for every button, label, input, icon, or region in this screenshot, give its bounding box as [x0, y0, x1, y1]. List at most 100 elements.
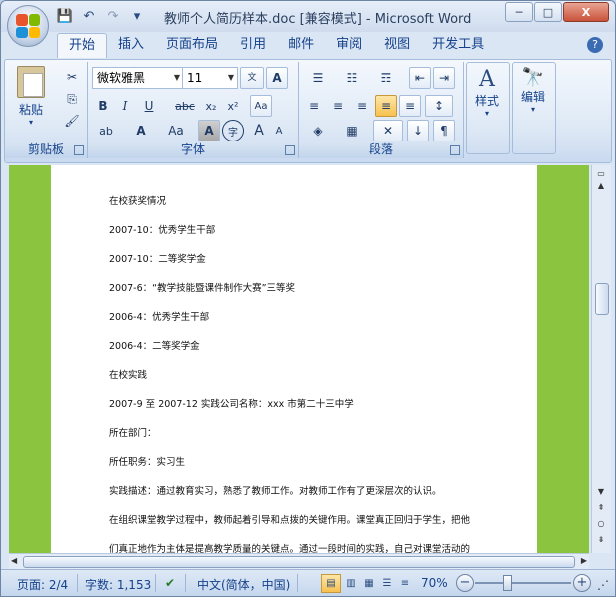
divider [155, 574, 156, 592]
scroll-right-icon[interactable]: ▶ [581, 556, 587, 565]
char-shading-button[interactable]: A [198, 120, 220, 142]
full-screen-reading-icon[interactable]: ▥ [341, 574, 361, 593]
language-indicator[interactable]: 中文(简体，中国) [197, 576, 290, 593]
close-button[interactable]: X [563, 2, 609, 22]
grow-font-button[interactable]: A [248, 120, 270, 142]
copy-icon[interactable]: ⎘ [61, 88, 83, 110]
subscript-button[interactable]: x₂ [200, 95, 222, 117]
tab-developer[interactable]: 开发工具 [421, 33, 495, 57]
numbering-button[interactable]: ☷ [337, 67, 367, 89]
scroll-left-icon[interactable]: ◀ [11, 556, 17, 565]
office-button[interactable] [7, 5, 49, 47]
line-spacing-button[interactable]: ↕ [425, 95, 453, 117]
scroll-down-icon[interactable]: ▼ [595, 487, 607, 499]
proofing-icon[interactable]: ✔ [165, 576, 175, 590]
doc-line: 在校实践 [109, 370, 148, 381]
decrease-indent-button[interactable]: ⇤ [409, 67, 431, 89]
zoom-in-button[interactable]: + [573, 574, 591, 592]
title-bar: 💾 ↶ ↷ ▾ 教师个人简历样本.doc [兼容模式] - Microsoft … [1, 1, 615, 47]
binoculars-icon: 🔭 [521, 67, 545, 88]
underline-button[interactable]: U [138, 95, 160, 117]
browse-object-icon[interactable]: ○ [595, 519, 607, 531]
borders-button[interactable]: ▦ [337, 120, 367, 142]
zoom-slider-thumb[interactable] [503, 575, 512, 591]
web-layout-icon[interactable]: ▦ [359, 574, 379, 593]
scroll-up-icon[interactable]: ▲ [595, 181, 607, 193]
horizontal-scrollbar[interactable]: ◀ ▶ [9, 553, 589, 569]
zoom-level[interactable]: 70% [421, 576, 448, 590]
chinese-layout-button[interactable]: ✕ [373, 120, 403, 142]
ribbon: 粘贴 ▾ ✂ ⎘ 🖌 剪贴板 微软雅黑 ▼ 11 ▼ 文 A B I U abc [4, 59, 612, 163]
tab-view[interactable]: 视图 [373, 33, 421, 57]
clipboard-launcher-icon[interactable] [74, 145, 84, 155]
paragraph-launcher-icon[interactable] [450, 145, 460, 155]
font-name-combo[interactable]: 微软雅黑 ▼ [92, 67, 184, 89]
shrink-font-button[interactable]: A [268, 120, 290, 142]
window-title: 教师个人简历样本.doc [兼容模式] - Microsoft Word [164, 12, 472, 27]
minimize-button[interactable]: ─ [505, 2, 533, 22]
justify-button[interactable]: ≡ [375, 95, 397, 117]
zoom-slider-track[interactable] [475, 582, 571, 584]
doc-line: 2007-10：二等奖学金 [109, 254, 206, 265]
redo-icon[interactable]: ↷ [103, 7, 123, 25]
scroll-thumb[interactable] [595, 283, 609, 315]
vertical-scrollbar[interactable]: ▭ ▲ ▼ ⇞ ○ ⇟ [591, 165, 611, 553]
change-case-button[interactable]: Aa [162, 120, 190, 142]
phonetic-guide-button[interactable]: 文 [240, 67, 264, 89]
font-launcher-icon[interactable] [285, 145, 295, 155]
bold-button[interactable]: B [92, 95, 114, 117]
tab-insert[interactable]: 插入 [107, 33, 155, 57]
font-group: 微软雅黑 ▼ 11 ▼ 文 A B I U abc x₂ x² Aa ab A … [88, 62, 299, 158]
font-size-combo[interactable]: 11 ▼ [182, 67, 238, 89]
align-right-button[interactable]: ≡ [351, 95, 373, 117]
center-button[interactable]: ≡ [327, 95, 349, 117]
align-left-button[interactable]: ≡ [303, 95, 325, 117]
resize-grip-icon[interactable]: ⋰ [597, 578, 609, 592]
help-icon[interactable]: ? [587, 37, 603, 53]
bullets-button[interactable]: ☰ [303, 67, 333, 89]
tab-references[interactable]: 引用 [229, 33, 277, 57]
draft-view-icon[interactable]: ≡ [395, 574, 415, 593]
styles-button[interactable]: A 样式 ▾ [467, 67, 507, 118]
save-icon[interactable]: 💾 [55, 7, 75, 25]
sort-button[interactable]: ↓ [407, 120, 429, 142]
hscroll-thumb[interactable] [23, 556, 575, 568]
cut-icon[interactable]: ✂ [61, 66, 83, 88]
word-count[interactable]: 字数: 1,153 [85, 576, 151, 593]
show-marks-button[interactable]: ¶ [433, 120, 455, 142]
print-layout-icon[interactable]: ▤ [321, 574, 341, 593]
shading-button[interactable]: ◈ [303, 120, 333, 142]
increase-indent-button[interactable]: ⇥ [433, 67, 455, 89]
distributed-button[interactable]: ≡ [399, 95, 421, 117]
strikethrough-button[interactable]: abc [174, 95, 196, 117]
char-border-button[interactable]: A [266, 67, 288, 89]
tab-page-layout[interactable]: 页面布局 [155, 33, 229, 57]
tab-mailings[interactable]: 邮件 [277, 33, 325, 57]
zoom-out-button[interactable]: − [456, 574, 474, 592]
clear-format-button[interactable]: Aa [250, 95, 272, 117]
format-painter-icon[interactable]: 🖌 [61, 110, 83, 132]
document-page[interactable]: 在校获奖情况 2007-10：优秀学生干部 2007-10：二等奖学金 2007… [51, 165, 537, 553]
outline-view-icon[interactable]: ☰ [377, 574, 397, 593]
page-count[interactable]: 页面: 2/4 [17, 576, 68, 593]
tab-home[interactable]: 开始 [57, 33, 108, 58]
styles-group[interactable]: A 样式 ▾ [466, 62, 510, 154]
ruler-toggle-icon[interactable]: ▭ [595, 169, 607, 181]
document-area[interactable]: 在校获奖情况 2007-10：优秀学生干部 2007-10：二等奖学金 2007… [9, 165, 589, 553]
editing-group[interactable]: 🔭 编辑 ▾ [512, 62, 556, 154]
doc-line: 所在部门： [109, 428, 157, 439]
multilevel-list-button[interactable]: ☶ [371, 67, 401, 89]
quick-access-toolbar: 💾 ↶ ↷ ▾ [55, 7, 147, 25]
editing-button[interactable]: 🔭 编辑 ▾ [513, 67, 553, 114]
paste-button[interactable]: 粘贴 ▾ [11, 66, 51, 127]
tab-review[interactable]: 审阅 [325, 33, 373, 57]
enclose-char-button[interactable]: 字 [222, 120, 244, 142]
superscript-button[interactable]: x² [222, 95, 244, 117]
chevron-down-icon[interactable]: ▼ [225, 68, 237, 88]
prev-page-icon[interactable]: ⇞ [595, 503, 607, 515]
undo-icon[interactable]: ↶ [79, 7, 99, 25]
italic-button[interactable]: I [114, 95, 136, 117]
maximize-button[interactable]: □ [534, 2, 562, 22]
customize-qat-icon[interactable]: ▾ [127, 7, 147, 25]
next-page-icon[interactable]: ⇟ [595, 535, 607, 547]
